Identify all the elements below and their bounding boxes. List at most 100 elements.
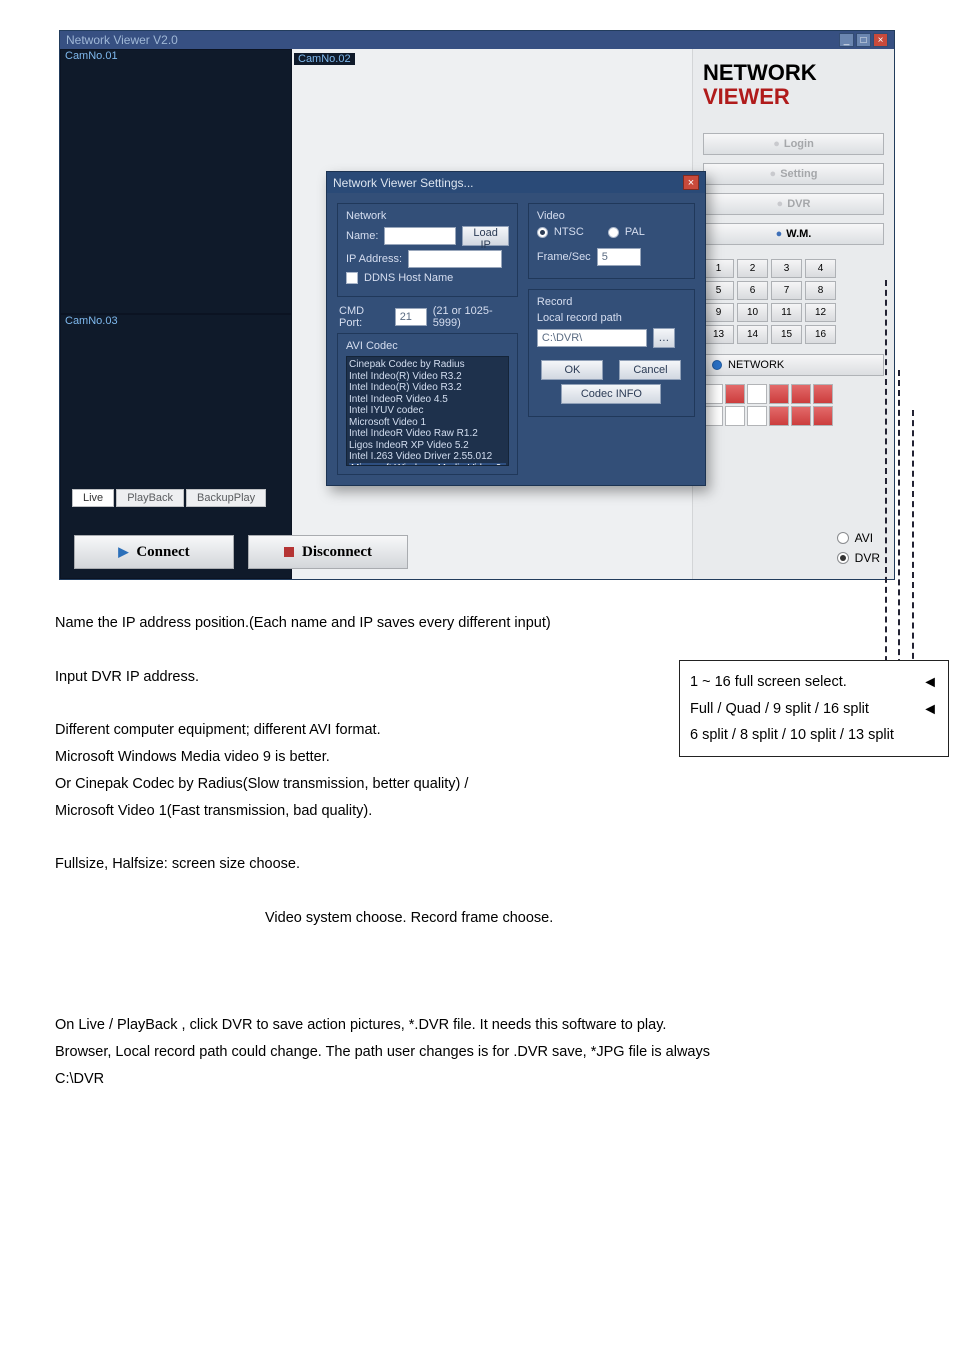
avi-selected: Microsoft Windows Media Video 9 <box>349 463 506 467</box>
dvr-label: DVR <box>855 551 880 565</box>
arrow-left-icon: ◄ <box>922 669 938 696</box>
layout-btn[interactable] <box>791 384 811 404</box>
play-icon: ▶ <box>118 544 128 560</box>
logo: NETWORK VIEWER <box>703 61 884 109</box>
layout-btn[interactable] <box>747 384 767 404</box>
screen-btn[interactable]: 11 <box>771 303 802 322</box>
tab-live[interactable]: Live <box>72 489 114 507</box>
app-window: Network Viewer V2.0 _ □ × CamNo.01 CamNo… <box>59 30 895 580</box>
name-input[interactable] <box>384 227 456 245</box>
layout-btn[interactable] <box>813 406 833 426</box>
wm-button[interactable]: ●W.M. <box>703 223 884 245</box>
logo-line2: VIEWER <box>703 85 884 109</box>
callout-line: 1 ~ 16 full screen select. <box>690 670 847 695</box>
screen-btn[interactable]: 4 <box>805 259 836 278</box>
callout-box: 1 ~ 16 full screen select. ◄ Full / Quad… <box>679 660 949 757</box>
screen-select-grid: 1 2 3 4 5 6 7 8 9 10 11 12 13 14 15 16 <box>703 259 884 344</box>
arrow-left-icon: ◄ <box>922 696 938 723</box>
doc-text: Browser, Local record path could change.… <box>55 1039 899 1066</box>
layout-btn[interactable] <box>769 384 789 404</box>
ddns-label: DDNS Host Name <box>364 272 453 284</box>
ntsc-radio[interactable] <box>537 227 548 238</box>
pal-radio[interactable] <box>608 227 619 238</box>
record-format: AVI DVR <box>837 531 880 565</box>
connect-button[interactable]: ▶ Connect <box>74 535 234 569</box>
layout-btn[interactable] <box>725 384 745 404</box>
screen-btn[interactable]: 3 <box>771 259 802 278</box>
ip-input[interactable] <box>408 250 502 268</box>
settings-dialog: Network Viewer Settings... × Network Nam… <box>326 171 706 486</box>
mode-tabs: Live PlayBack BackupPlay <box>72 489 268 507</box>
login-button[interactable]: ●Login <box>703 133 884 155</box>
ok-button[interactable]: OK <box>541 360 603 380</box>
stop-icon <box>284 547 294 557</box>
avi-radio[interactable] <box>837 532 849 544</box>
layout-btn[interactable] <box>791 406 811 426</box>
avi-label: AVI <box>855 531 873 545</box>
layout-btn[interactable] <box>747 406 767 426</box>
avi-codec-list[interactable]: Cinepak Codec by Radius Intel Indeo(R) V… <box>346 356 509 466</box>
ddns-checkbox[interactable] <box>346 272 358 284</box>
screen-btn[interactable]: 15 <box>771 325 802 344</box>
doc-text: Name the IP address position.(Each name … <box>55 610 899 637</box>
record-path-input[interactable] <box>537 329 647 347</box>
doc-text: Video system choose. Record frame choose… <box>265 905 899 932</box>
cmd-label: CMD Port: <box>339 305 389 329</box>
maximize-icon[interactable]: □ <box>856 33 871 47</box>
load-ip-button[interactable]: Load IP <box>462 226 508 246</box>
group-title: Record <box>537 296 686 308</box>
network-button[interactable]: NETWORK <box>703 354 884 376</box>
screen-btn[interactable]: 12 <box>805 303 836 322</box>
dvr-radio[interactable] <box>837 552 849 564</box>
frame-label: Frame/Sec <box>537 251 591 263</box>
avi-codec-group: AVI Codec Cinepak Codec by Radius Intel … <box>337 333 518 475</box>
tab-backupplay[interactable]: BackupPlay <box>186 489 266 507</box>
codec-info-button[interactable]: Codec INFO <box>561 384 661 404</box>
screen-btn[interactable]: 1 <box>703 259 734 278</box>
globe-icon <box>712 360 722 370</box>
screen-btn[interactable]: 13 <box>703 325 734 344</box>
cam-label: CamNo.03 <box>61 315 291 327</box>
close-icon[interactable]: × <box>873 33 888 47</box>
cam-label: CamNo.02 <box>294 53 355 65</box>
video-group: Video NTSC PAL Frame/Sec <box>528 203 695 279</box>
layout-btn[interactable] <box>703 384 723 404</box>
screen-btn[interactable]: 5 <box>703 281 734 300</box>
doc-text: On Live / PlayBack , click DVR to save a… <box>55 1012 899 1039</box>
layout-btn[interactable] <box>703 406 723 426</box>
ip-label: IP Address: <box>346 253 402 265</box>
layout-btn[interactable] <box>813 384 833 404</box>
group-title: Network <box>346 210 509 222</box>
disconnect-button[interactable]: Disconnect <box>248 535 408 569</box>
screen-btn[interactable]: 10 <box>737 303 768 322</box>
screen-btn[interactable]: 16 <box>805 325 836 344</box>
layout-btn[interactable] <box>725 406 745 426</box>
network-group: Network Name: Load IP IP Address: <box>337 203 518 297</box>
record-group: Record Local record path … OK Cancel Cod… <box>528 289 695 417</box>
setting-button[interactable]: ●Setting <box>703 163 884 185</box>
dvr-button[interactable]: ●DVR <box>703 193 884 215</box>
cmd-port-input[interactable] <box>395 308 427 326</box>
path-label: Local record path <box>537 312 686 324</box>
pal-label: PAL <box>625 226 645 238</box>
screen-btn[interactable]: 2 <box>737 259 768 278</box>
callout-line: 6 split / 8 split / 10 split / 13 split <box>690 723 938 748</box>
cancel-button[interactable]: Cancel <box>619 360 681 380</box>
layout-grid <box>703 384 884 426</box>
frame-input[interactable] <box>597 248 641 266</box>
screen-btn[interactable]: 7 <box>771 281 802 300</box>
screen-btn[interactable]: 9 <box>703 303 734 322</box>
doc-text: Fullsize, Halfsize: screen size choose. <box>55 851 899 878</box>
dialog-title: Network Viewer Settings... <box>333 176 474 190</box>
cmd-hint: (21 or 1025-5999) <box>433 305 518 329</box>
screen-btn[interactable]: 6 <box>737 281 768 300</box>
dialog-close-icon[interactable]: × <box>683 175 699 190</box>
layout-btn[interactable] <box>769 406 789 426</box>
title-bar: Network Viewer V2.0 _ □ × <box>60 31 894 49</box>
callout-line: Full / Quad / 9 split / 16 split <box>690 697 869 722</box>
screen-btn[interactable]: 14 <box>737 325 768 344</box>
screen-btn[interactable]: 8 <box>805 281 836 300</box>
tab-playback[interactable]: PlayBack <box>116 489 184 507</box>
minimize-icon[interactable]: _ <box>839 33 854 47</box>
browse-button[interactable]: … <box>653 328 675 348</box>
